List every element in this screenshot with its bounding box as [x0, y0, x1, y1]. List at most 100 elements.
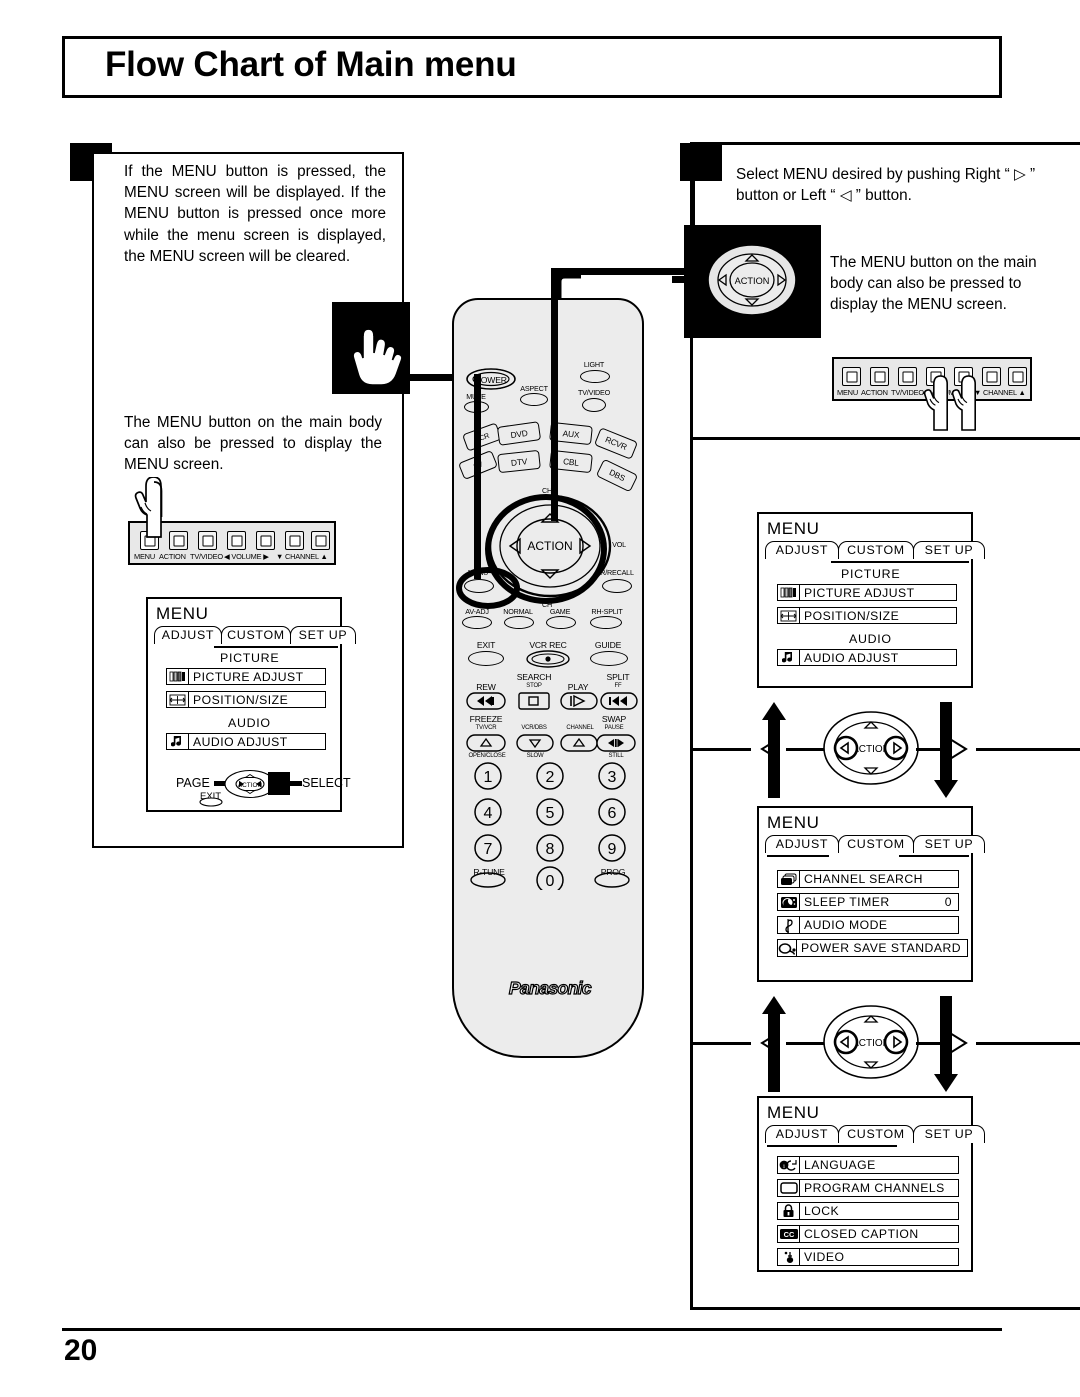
fn-button-avadj[interactable]: [462, 616, 492, 629]
action-wheel[interactable]: ACTION: [488, 494, 612, 598]
play-button[interactable]: [560, 692, 598, 710]
row-value: 0: [944, 895, 952, 909]
footer-page-label: PAGE: [176, 776, 210, 790]
stop-label: STOP: [526, 683, 542, 689]
square-button-icon: [846, 371, 857, 382]
tvvcr-button[interactable]: [466, 734, 506, 752]
prog-label: PROG: [600, 867, 626, 877]
hand-pressing-menu-left: [134, 477, 163, 538]
flow-action-pad-1[interactable]: ACTION: [822, 710, 920, 786]
pause-button[interactable]: [596, 734, 636, 752]
rew-label: REW: [476, 682, 496, 692]
vcrrec-label: VCR REC: [529, 640, 567, 650]
padlock-icon: [777, 1202, 800, 1220]
action-pad-right[interactable]: ACTION: [706, 243, 798, 317]
osd-row-video[interactable]: VIDEO: [777, 1248, 959, 1266]
osd-tab-rule-left: [214, 646, 338, 648]
fn-button-normal[interactable]: [504, 616, 534, 629]
osd-row-sleep-timer[interactable]: SLEEP TIMER 0: [777, 893, 959, 911]
osd-row-program-channels[interactable]: PROGRAM CHANNELS: [777, 1179, 959, 1197]
osd-row-picture-adjust-left[interactable]: PICTURE ADJUST: [166, 668, 326, 685]
control-button-action[interactable]: [870, 367, 889, 386]
control-button-volume-up[interactable]: [256, 531, 275, 550]
position-size-icon: [777, 607, 800, 624]
tab-setup-left[interactable]: SET UP: [290, 626, 356, 644]
tab-adjust[interactable]: ADJUST: [765, 541, 839, 559]
osd-tabs: ADJUST CUSTOM SET UP: [765, 1125, 985, 1143]
right-panel-bottom-border: [690, 1307, 1080, 1310]
tab-custom-left[interactable]: CUSTOM: [221, 626, 291, 644]
aspect-button[interactable]: [520, 393, 548, 406]
control-label-volume: ◀ VOLUME ▶: [224, 552, 269, 561]
osd-row-label: POWER SAVE STANDARD: [797, 939, 969, 957]
osd-row-closed-caption[interactable]: CC CLOSED CAPTION: [777, 1225, 959, 1243]
tvvideo-label: TV/VIDEO: [578, 388, 610, 397]
osd-row-language[interactable]: i LANGUAGE: [777, 1156, 959, 1174]
label-text: POSITION/SIZE: [193, 692, 289, 707]
osd-row-label: AUDIO MODE: [800, 916, 959, 934]
tab-adjust[interactable]: ADJUST: [765, 835, 839, 853]
control-button-channel-up[interactable]: [311, 531, 330, 550]
osd-row-audio-adjust[interactable]: AUDIO ADJUST: [777, 649, 957, 666]
label-text: SLEEP TIMER: [804, 895, 890, 909]
square-button-icon: [315, 535, 326, 546]
osd-row-lock[interactable]: LOCK: [777, 1202, 959, 1220]
osd-row-picture-adjust[interactable]: PICTURE ADJUST: [777, 584, 957, 601]
osd-tabs: ADJUST CUSTOM SET UP: [765, 835, 985, 853]
osd-title-left: MENU: [156, 604, 209, 623]
tab-adjust-left[interactable]: ADJUST: [154, 626, 222, 644]
vcrdbs-button[interactable]: [516, 734, 554, 752]
recall-label: R/RECALL: [600, 568, 634, 577]
tab-setup[interactable]: SET UP: [913, 541, 985, 559]
tab-custom[interactable]: CUSTOM: [838, 541, 914, 559]
flow-line-right-2: [976, 1042, 1080, 1045]
control-button-volume-down[interactable]: [227, 531, 246, 550]
swap-label: SWAP: [601, 714, 627, 724]
connector-vertical-left: [474, 374, 481, 579]
control-button-tvvideo[interactable]: [898, 367, 917, 386]
osd-row-position-size[interactable]: POSITION/SIZE: [777, 607, 957, 624]
exit-button-icon[interactable]: [198, 797, 224, 807]
osd-row-audio-mode[interactable]: AUDIO MODE: [777, 916, 959, 934]
tab-setup[interactable]: SET UP: [913, 1125, 985, 1143]
group-label-audio-left: AUDIO: [228, 716, 271, 730]
ff-button[interactable]: [600, 692, 638, 710]
control-button-channel-up[interactable]: [1008, 367, 1027, 386]
osd-tab-rule: [767, 1145, 897, 1147]
osd-row-channel-search[interactable]: CHANNEL SEARCH: [777, 870, 959, 888]
osd-row-label: AUDIO ADJUST: [800, 649, 957, 666]
tab-custom[interactable]: CUSTOM: [838, 1125, 914, 1143]
tab-custom[interactable]: CUSTOM: [838, 835, 914, 853]
tab-adjust[interactable]: ADJUST: [765, 1125, 839, 1143]
tvvcr-label: TV/VCR: [475, 725, 497, 731]
flow-action-pad-2[interactable]: ACTION: [822, 1004, 920, 1080]
channel-button[interactable]: [560, 734, 598, 752]
remote-exit-button[interactable]: [468, 651, 504, 666]
osd-row-position-size-left[interactable]: POSITION/SIZE: [166, 691, 326, 708]
fn-button-rhsplit[interactable]: [590, 616, 622, 629]
picture-bars-icon: [166, 668, 189, 685]
recall-button[interactable]: [602, 579, 632, 593]
music-note-icon: [166, 733, 189, 750]
osd-footer-left: PAGE ACTION SELECT EXIT: [148, 765, 351, 812]
pause-label: PAUSE: [604, 725, 624, 731]
label-text: CLOSED CAPTION: [804, 1227, 919, 1241]
svg-text:7: 7: [484, 841, 493, 858]
light-button[interactable]: [580, 370, 610, 383]
remote-menu-button[interactable]: [464, 579, 494, 593]
control-button-channel-down[interactable]: [285, 531, 304, 550]
tab-setup[interactable]: SET UP: [913, 835, 985, 853]
rew-button[interactable]: [466, 692, 506, 710]
control-button-tvvideo[interactable]: [198, 531, 217, 550]
fn-button-game[interactable]: [546, 616, 576, 629]
osd-adjust-right: MENU ADJUST CUSTOM SET UP PICTURE PICTUR…: [757, 512, 985, 688]
stop-button[interactable]: [518, 692, 550, 710]
vcr-rec-button[interactable]: [526, 650, 570, 668]
control-button-menu[interactable]: [842, 367, 861, 386]
tvvideo-button[interactable]: [582, 398, 606, 412]
page-number: 20: [64, 1334, 98, 1367]
osd-row-power-save[interactable]: POWER SAVE STANDARD: [777, 939, 969, 957]
guide-button[interactable]: [590, 651, 628, 666]
osd-row-audio-adjust-left[interactable]: AUDIO ADJUST: [166, 733, 326, 750]
ff-label: FF: [614, 683, 622, 689]
